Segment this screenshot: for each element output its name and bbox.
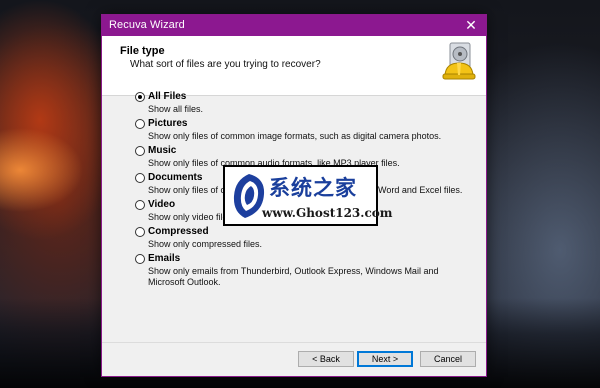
radio-documents[interactable] (135, 172, 145, 183)
option-label: Music (148, 145, 177, 156)
radio-all-files[interactable] (135, 91, 145, 102)
next-button[interactable]: Next > (357, 351, 413, 367)
radio-video[interactable] (135, 199, 145, 210)
option-pictures[interactable]: Pictures Show only files of common image… (135, 117, 480, 142)
option-label: All Files (148, 91, 187, 102)
footer-divider (102, 342, 486, 343)
wizard-header: File type What sort of files are you try… (102, 36, 486, 96)
option-label: Video (148, 199, 176, 210)
watermark-chinese-text: 系统之家 (269, 175, 357, 200)
radio-pictures[interactable] (135, 118, 145, 129)
recuva-hardhat-drive-icon (442, 42, 476, 80)
option-label: Documents (148, 172, 203, 183)
option-label: Compressed (148, 226, 209, 237)
window-title: Recuva Wizard (109, 19, 185, 31)
option-all-files[interactable]: All Files Show all files. (135, 90, 480, 115)
radio-compressed[interactable] (135, 226, 145, 237)
option-description: Show only files of common image formats,… (148, 131, 442, 141)
option-description: Show all files. (148, 104, 204, 114)
watermark-url: www.Ghost123.com (262, 206, 393, 220)
option-compressed[interactable]: Compressed Show only compressed files. (135, 225, 480, 250)
back-button[interactable]: < Back (298, 351, 354, 367)
option-label: Pictures (148, 118, 188, 129)
option-description-end: Word and Excel files. (378, 185, 463, 195)
cancel-button[interactable]: Cancel (420, 351, 476, 367)
close-icon[interactable]: ✕ (456, 15, 486, 36)
option-description-start: Show only files of co (148, 185, 231, 195)
option-description: Show only compressed files. (148, 239, 263, 249)
option-label: Emails (148, 253, 181, 264)
page-subtitle: What sort of files are you trying to rec… (130, 59, 321, 70)
radio-emails[interactable] (135, 253, 145, 264)
radio-music[interactable] (135, 145, 145, 156)
title-bar[interactable]: Recuva Wizard ✕ (102, 15, 486, 36)
watermark-overlay: 系统之家 www.Ghost123.com (223, 165, 392, 226)
page-title: File type (120, 45, 165, 57)
option-emails[interactable]: Emails Show only emails from Thunderbird… (135, 252, 480, 288)
option-description: Show only emails from Thunderbird, Outlo… (148, 266, 439, 287)
